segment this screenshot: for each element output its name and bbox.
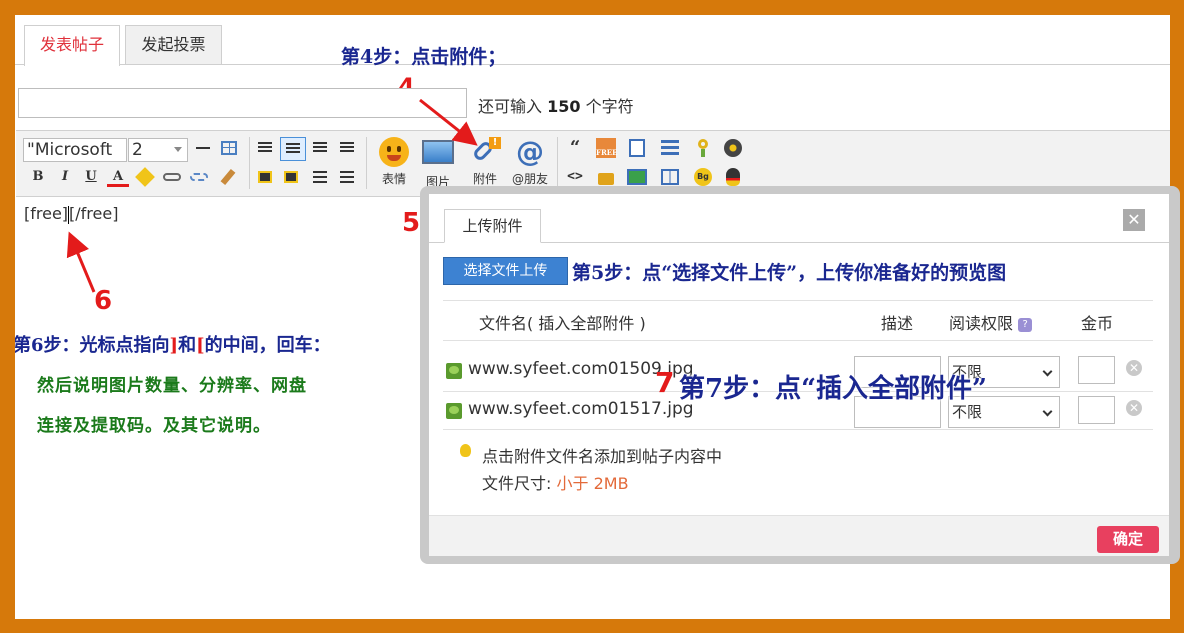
- float-left-icon[interactable]: [254, 166, 276, 188]
- close-icon[interactable]: ✕: [1123, 209, 1145, 231]
- underline-button[interactable]: U: [80, 166, 102, 188]
- unordered-list-icon[interactable]: [336, 166, 358, 188]
- image-button[interactable]: 图片: [416, 137, 460, 191]
- toolbar-separator: [249, 137, 250, 189]
- mention-button[interactable]: @ @朋友: [508, 137, 552, 191]
- at-icon: @: [516, 135, 544, 168]
- row-divider: [443, 429, 1153, 430]
- align-center-icon[interactable]: [280, 137, 306, 161]
- editor-content[interactable]: [free][/free]: [24, 204, 118, 224]
- tab-post[interactable]: 发表帖子: [24, 25, 120, 66]
- paperclip-icon: !: [469, 137, 501, 167]
- dialog-footer: [429, 515, 1169, 556]
- lightbulb-icon: [460, 444, 471, 457]
- column-header-gold: 金币: [1081, 314, 1114, 333]
- music-icon[interactable]: [722, 137, 744, 159]
- smiley-icon: [378, 137, 410, 167]
- unlink-icon[interactable]: [188, 166, 210, 188]
- font-family-select[interactable]: "Microsoft: [23, 138, 127, 162]
- column-header-desc: 描述: [881, 314, 914, 333]
- remove-file-icon[interactable]: ✕: [1126, 360, 1142, 376]
- column-header-filename: 文件名( 插入全部附件 ): [479, 314, 646, 333]
- align-justify-icon[interactable]: [309, 137, 331, 159]
- step6-annotation: 第6步：光标点指向]和[的中间，回车：: [15, 335, 331, 356]
- attachment-tip: 点击附件文件名添加到帖子内容中: [482, 447, 723, 466]
- step5-annotation: 第5步：点“选择文件上传”，上传你准备好的预览图: [572, 262, 1007, 284]
- key-icon[interactable]: [692, 137, 714, 159]
- document-icon[interactable]: [626, 137, 648, 159]
- link-icon[interactable]: [161, 166, 183, 188]
- file-size-info: 文件尺寸: 小于 2MB: [482, 474, 629, 493]
- image-file-icon: [446, 403, 462, 419]
- align-right-icon[interactable]: [336, 137, 358, 159]
- remove-file-icon[interactable]: ✕: [1126, 400, 1142, 416]
- bold-button[interactable]: B: [27, 166, 49, 188]
- spellcheck-icon[interactable]: [134, 166, 156, 188]
- step4-annotation: 第4步：点击附件；: [341, 46, 507, 68]
- attachment-button[interactable]: ! 附件: [463, 137, 507, 191]
- marker-5: 5: [402, 208, 421, 238]
- quote-icon[interactable]: “: [564, 137, 586, 159]
- header-divider: [443, 340, 1153, 341]
- qq-icon[interactable]: [722, 166, 744, 188]
- title-input[interactable]: [18, 88, 467, 118]
- lock-icon[interactable]: [595, 166, 617, 188]
- italic-button[interactable]: I: [54, 166, 76, 188]
- step6-note-line3: 连接及提取码。及其它说明。: [37, 416, 271, 436]
- file-name-link[interactable]: www.syfeet.com01517.jpg: [468, 399, 694, 419]
- toolbar-separator: [366, 137, 367, 189]
- marker-6: 6: [94, 286, 113, 316]
- ordered-list-icon[interactable]: [309, 166, 331, 188]
- step6-note-line2: 然后说明图片数量、分辨率、网盘: [37, 376, 307, 396]
- table-top-line: [443, 300, 1153, 301]
- image-file-icon: [446, 363, 462, 379]
- chevron-down-icon: [1042, 406, 1053, 417]
- char-count-hint: 还可输入 150 个字符: [478, 97, 634, 116]
- align-left-icon[interactable]: [254, 137, 276, 159]
- chevron-down-icon: [1042, 366, 1053, 377]
- tab-poll[interactable]: 发起投票: [125, 25, 222, 65]
- insert-all-attachments-link[interactable]: 插入全部附件: [538, 314, 634, 333]
- code-icon[interactable]: <>: [564, 166, 586, 188]
- toolbar-separator: [557, 137, 558, 189]
- marker-7: 7: [655, 366, 675, 399]
- float-right-icon[interactable]: [280, 166, 302, 188]
- free-icon[interactable]: FREE: [595, 137, 617, 159]
- columns-icon[interactable]: [659, 166, 681, 188]
- background-icon[interactable]: Bg: [692, 166, 714, 188]
- select-file-upload-button[interactable]: 选择文件上传: [443, 257, 568, 285]
- font-color-button[interactable]: A: [107, 166, 129, 187]
- clear-format-icon[interactable]: [217, 166, 239, 188]
- tab-divider: [15, 64, 1170, 65]
- picture-icon: [422, 140, 454, 170]
- font-size-select[interactable]: 2: [128, 138, 188, 162]
- list-icon[interactable]: [659, 137, 681, 159]
- step7-annotation: 第7步：点“插入全部附件”: [679, 374, 988, 404]
- emoji-button[interactable]: 表情: [372, 137, 416, 191]
- gallery-icon[interactable]: [626, 166, 648, 188]
- gold-input[interactable]: [1078, 396, 1115, 424]
- table-icon[interactable]: [218, 137, 240, 159]
- help-icon[interactable]: ?: [1018, 317, 1033, 332]
- gold-input[interactable]: [1078, 356, 1115, 384]
- confirm-button[interactable]: 确定: [1097, 526, 1159, 553]
- tab-upload-attachment[interactable]: 上传附件: [444, 209, 541, 243]
- horizontal-rule-icon[interactable]: [192, 137, 214, 159]
- column-header-perm: 阅读权限 ?: [949, 310, 1033, 334]
- chevron-down-icon: [174, 147, 182, 152]
